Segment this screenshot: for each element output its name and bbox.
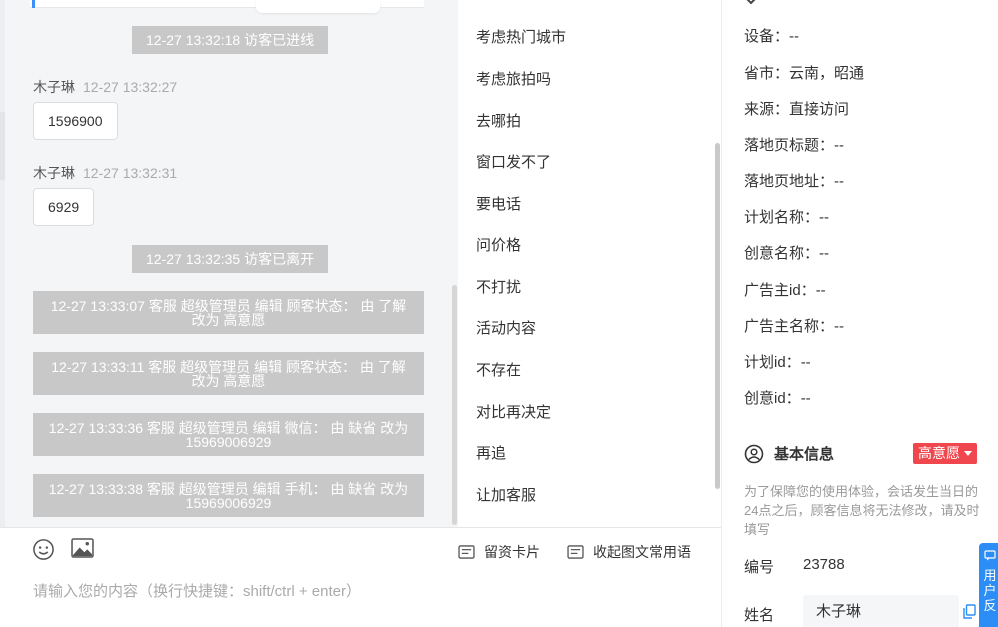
name-label: 姓名 [744, 607, 775, 624]
feedback-tab-label: 用户反 [983, 568, 997, 613]
collapse-phrases-button[interactable]: 收起图文常用语 [567, 542, 691, 562]
message-input-area: 留资卡片 收起图文常用语 请输入您的内容（换行快捷键：shift/ctrl + … [0, 527, 722, 627]
caret-down-icon [964, 451, 972, 456]
edit-log-entry: 12-27 13:33:11 客服 超级管理员 编辑 顾客状态： 由 了解 改为 … [33, 352, 424, 395]
quick-phrase-item[interactable]: 对比再决定 [476, 401, 551, 422]
quick-phrase-item[interactable]: 不打扰 [476, 276, 521, 297]
info-row-advertiser-id: 广告主id：-- [744, 282, 826, 299]
basic-info-title: 基本信息 [774, 446, 835, 463]
edit-log-entry: 12-27 13:33:36 客服 超级管理员 编辑 微信： 由 缺省 改为 15… [33, 413, 424, 456]
previous-message-edge [30, 0, 424, 13]
info-row-device: 设备：-- [744, 28, 800, 45]
smile-icon[interactable] [31, 537, 55, 561]
left-edge-marker [0, 112, 5, 180]
image-icon[interactable] [70, 537, 94, 559]
message-sender: 木子琳 12-27 13:32:27 [33, 79, 178, 95]
edit-log-entry: 12-27 13:33:38 客服 超级管理员 编辑 手机： 由 缺省 改为 15… [33, 474, 424, 517]
previous-bubble [256, 0, 380, 13]
chat-message[interactable]: 1596900 [33, 102, 118, 140]
feedback-float-tab[interactable]: 用户反 [979, 543, 998, 627]
quick-phrase-item[interactable]: 让加客服 [476, 484, 536, 505]
quick-phrase-item[interactable]: 问价格 [476, 234, 521, 255]
chat-message[interactable]: 6929 [33, 188, 95, 226]
id-value: 23788 [803, 556, 845, 573]
system-message: 12-27 13:32:18 访客已进线 [132, 26, 329, 54]
basic-info-header: 基本信息 [744, 443, 834, 464]
phrase-scrollbar[interactable] [715, 143, 720, 489]
phrase-icon [567, 545, 584, 559]
info-row-source: 来源：直接访问 [744, 101, 850, 118]
chat-panel: 12-27 13:32:18 访客已进线 木子琳 12-27 13:32:27 1… [0, 0, 458, 527]
message-input[interactable]: 请输入您的内容（换行快捷键：shift/ctrl + enter） [33, 580, 361, 601]
quick-phrase-item[interactable]: 再追 [476, 442, 506, 463]
info-row-creative-id: 创意id：-- [744, 390, 811, 407]
quick-phrase-item[interactable]: 活动内容 [476, 317, 536, 338]
info-row-creative-name: 创意名称：-- [744, 245, 830, 262]
quick-phrase-item[interactable]: 不存在 [476, 359, 521, 380]
customer-status-dropdown[interactable]: 高意愿 [913, 443, 977, 464]
chevron-down-icon[interactable] [744, 0, 758, 12]
quick-phrase-panel: 考虑热门城市 考虑旅拍吗 去哪拍 窗口发不了 要电话 问价格 不打扰 活动内容 … [458, 0, 722, 527]
info-row-landing-title: 落地页标题：-- [744, 137, 845, 154]
user-circle-icon [744, 444, 764, 463]
edit-log-entry: 12-27 13:33:07 客服 超级管理员 编辑 顾客状态： 由 了解 改为 … [33, 291, 424, 334]
system-message: 12-27 13:32:35 访客已离开 [132, 245, 329, 273]
lead-card-button[interactable]: 留资卡片 [458, 542, 540, 562]
id-label: 编号 [744, 559, 775, 576]
status-badge: 高意愿 [918, 445, 960, 461]
name-field[interactable]: 木子琳 [803, 595, 959, 627]
card-icon [458, 545, 475, 559]
quick-phrase-item[interactable]: 考虑热门城市 [476, 26, 566, 47]
quick-phrase-item[interactable]: 考虑旅拍吗 [476, 68, 551, 89]
message-accent-bar [32, 0, 35, 8]
message-icon [984, 550, 996, 561]
chat-scrollbar[interactable] [452, 285, 457, 525]
info-row-landing-url: 落地页地址：-- [744, 173, 845, 190]
quick-phrase-item[interactable]: 要电话 [476, 193, 521, 214]
edit-notice: 为了保障您的使用体验，会话发生当日的24点之后，顾客信息将无法修改，请及时填写 [744, 484, 980, 537]
copy-icon[interactable] [963, 604, 976, 624]
info-row-plan-name: 计划名称：-- [744, 209, 830, 226]
info-row-region: 省市：云南，昭通 [744, 65, 865, 82]
info-row-plan-id: 计划id：-- [744, 354, 811, 371]
message-sender: 木子琳 12-27 13:32:31 [33, 165, 178, 181]
customer-info-panel: 设备：-- 省市：云南，昭通 来源：直接访问 落地页标题：-- 落地页地址：--… [722, 0, 998, 627]
collapse-phrases-label: 收起图文常用语 [593, 544, 691, 560]
info-row-advertiser-name: 广告主名称：-- [744, 318, 845, 335]
quick-phrase-item[interactable]: 去哪拍 [476, 110, 521, 131]
lead-card-label: 留资卡片 [484, 544, 540, 560]
quick-phrase-item[interactable]: 窗口发不了 [476, 151, 551, 172]
